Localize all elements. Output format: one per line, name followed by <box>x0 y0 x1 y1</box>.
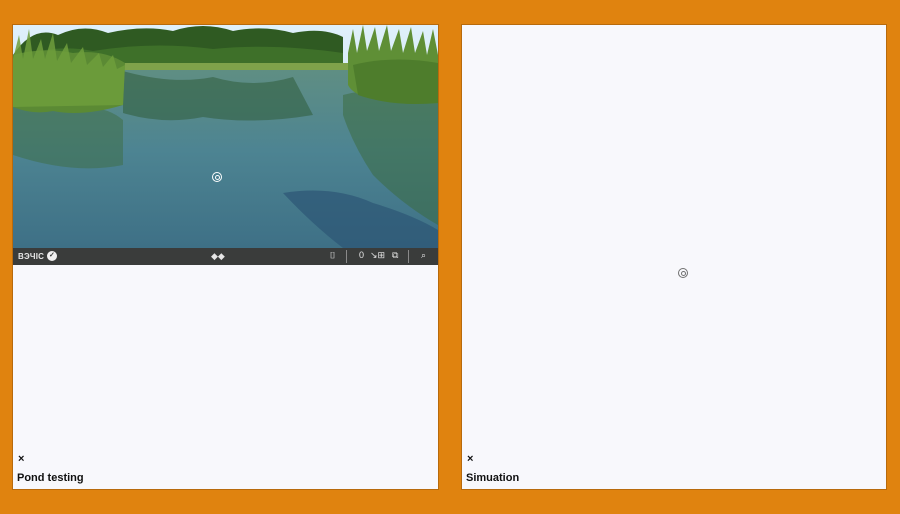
panel-title: Simuation <box>466 472 520 484</box>
pond-photo-image <box>13 25 438 248</box>
focus-target-icon[interactable] <box>212 172 222 182</box>
check-circle-icon: ✓ <box>47 251 58 261</box>
zero-counter[interactable]: 0 <box>359 250 364 260</box>
layers-icon[interactable]: ⧉ <box>392 250 398 261</box>
mode-selector[interactable]: ВЭЧІС ✓ <box>18 251 58 261</box>
video-control-bar: ВЭЧІС ✓ ◆◆ ⌷ 0 ↘⊞ ⧉ ⌕ <box>13 248 438 265</box>
close-icon[interactable]: × <box>467 453 473 465</box>
panel-title: Pond testing <box>17 472 84 484</box>
right-panel: × Simuation <box>461 24 887 490</box>
search-icon[interactable]: ⌕ <box>421 250 426 261</box>
left-panel: ВЭЧІС ✓ ◆◆ ⌷ 0 ↘⊞ ⧉ ⌕ × Pond testing <box>12 24 439 490</box>
playback-control[interactable]: ◆◆ <box>211 251 225 262</box>
toolbar-divider <box>346 250 347 263</box>
toolbar-divider <box>408 250 409 263</box>
split-icon[interactable]: ↘⊞ <box>370 250 385 261</box>
folder-icon[interactable]: ⌷ <box>330 250 335 261</box>
mode-label: ВЭЧІС <box>18 251 45 261</box>
close-icon[interactable]: × <box>18 453 24 465</box>
pond-photo[interactable] <box>13 25 438 248</box>
focus-target-icon[interactable] <box>678 268 688 278</box>
